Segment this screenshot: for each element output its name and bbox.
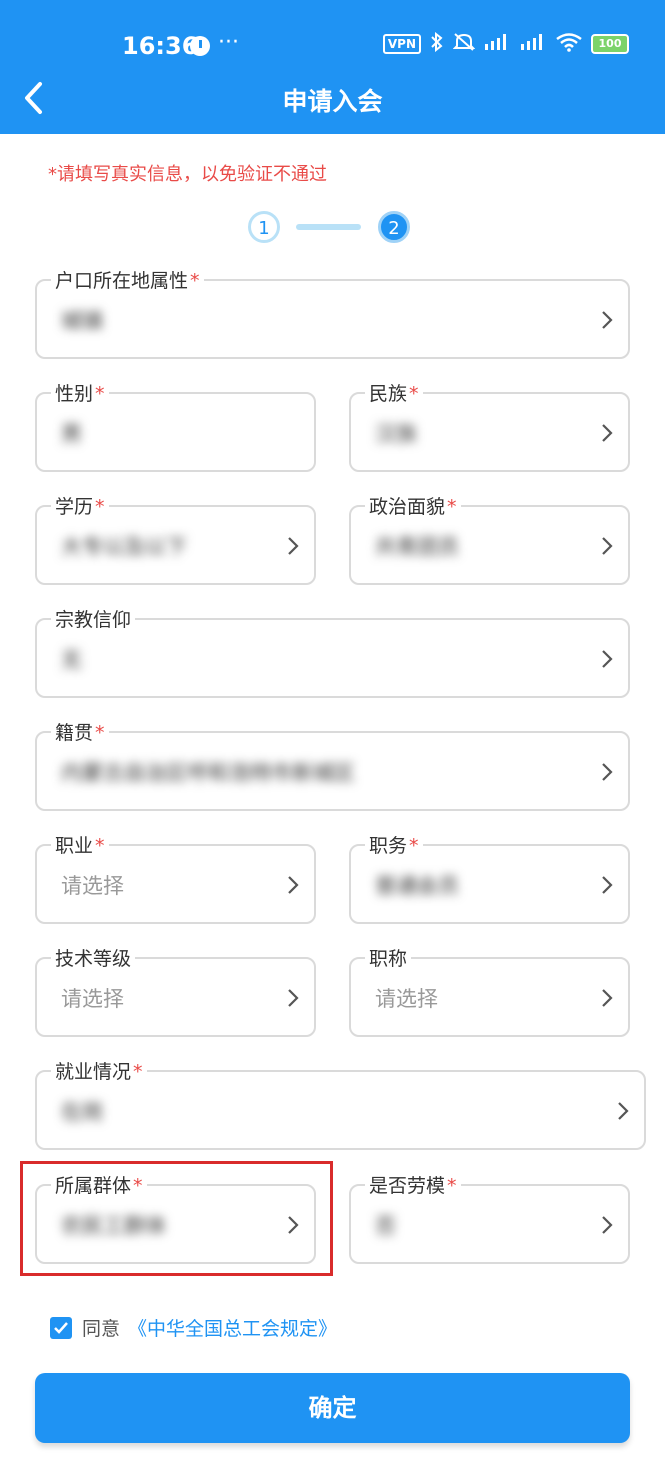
- chevron-right-icon: [288, 876, 299, 894]
- chevron-right-icon: [602, 876, 613, 894]
- field-value: 内蒙古自治区呼和浩特市新城区: [61, 761, 355, 785]
- battery-icon: 100: [591, 34, 629, 54]
- highlight-box: [20, 1161, 333, 1276]
- field-value: 无: [61, 648, 82, 672]
- signal-icon: [483, 32, 511, 56]
- confirm-button[interactable]: 确定: [35, 1373, 630, 1443]
- chevron-right-icon: [602, 537, 613, 555]
- education-field[interactable]: 学历 * 大专以及以下: [35, 492, 316, 585]
- field-label: 是否劳模 *: [365, 1171, 461, 1198]
- field-label: 技术等级: [51, 944, 136, 971]
- mute-icon: [452, 32, 476, 56]
- ethnicity-field[interactable]: 民族 * 汉族: [349, 379, 630, 472]
- field-label: 就业情况 *: [51, 1057, 147, 1084]
- field-label: 宗教信仰: [51, 605, 136, 632]
- check-icon: [54, 1321, 68, 1334]
- model-worker-field[interactable]: 是否劳模 * 否: [349, 1171, 630, 1264]
- agreement-row: 同意 《中华全国总工会规定》: [50, 1314, 337, 1341]
- field-value: 否: [375, 1214, 396, 1238]
- field-label: 职业 *: [51, 831, 109, 858]
- field-value: 城镇: [61, 309, 103, 333]
- hukou-field[interactable]: 户口所在地属性 * 城镇: [35, 266, 630, 359]
- employment-field[interactable]: 就业情况 * 在岗: [35, 1057, 646, 1150]
- field-label: 职称: [365, 944, 412, 971]
- app-header: 16:36 ··· VPN 100 申请入会: [0, 0, 665, 134]
- wifi-icon: [555, 32, 583, 56]
- field-label: 职务 *: [365, 831, 423, 858]
- tech-level-field[interactable]: 技术等级 请选择: [35, 944, 316, 1037]
- agree-label: 同意: [82, 1318, 121, 1340]
- field-label: 学历 *: [51, 492, 109, 519]
- page-title: 申请入会: [282, 87, 383, 116]
- regulation-link[interactable]: 《中华全国总工会规定》: [128, 1314, 337, 1341]
- native-place-field[interactable]: 籍贯 * 内蒙古自治区呼和浩特市新城区: [35, 718, 630, 811]
- chevron-right-icon: [602, 989, 613, 1007]
- field-placeholder: 请选择: [375, 987, 438, 1011]
- field-label: 民族 *: [365, 379, 423, 406]
- status-time: 16:36: [122, 32, 199, 60]
- chevron-right-icon: [602, 424, 613, 442]
- field-value: 汉族: [375, 422, 417, 446]
- field-label: 籍贯 *: [51, 718, 109, 745]
- vpn-icon: VPN: [382, 34, 421, 54]
- notice-text: *请填写真实信息，以免验证不通过: [48, 164, 327, 185]
- field-placeholder: 请选择: [61, 987, 124, 1011]
- field-value: 共青团员: [375, 535, 459, 559]
- chevron-right-icon: [618, 1102, 629, 1120]
- step-2: 2: [378, 211, 410, 243]
- field-value: 大专以及以下: [61, 535, 187, 559]
- field-value: 在岗: [61, 1100, 103, 1124]
- field-value: 男: [61, 422, 82, 446]
- chevron-right-icon: [602, 763, 613, 781]
- religion-field[interactable]: 宗教信仰 无: [35, 605, 630, 698]
- status-more: ···: [218, 30, 239, 55]
- title-field[interactable]: 职称 请选择: [349, 944, 630, 1037]
- step-connector: [296, 224, 361, 230]
- signal-icon-2: [519, 32, 547, 56]
- gender-field[interactable]: 性别 * 男: [35, 379, 316, 472]
- chevron-right-icon: [288, 537, 299, 555]
- field-placeholder: 请选择: [61, 874, 124, 898]
- political-field[interactable]: 政治面貌 * 共青团员: [349, 492, 630, 585]
- agree-checkbox[interactable]: [50, 1316, 72, 1339]
- chevron-right-icon: [602, 650, 613, 668]
- field-label: 政治面貌 *: [365, 492, 461, 519]
- status-icons: VPN 100: [382, 31, 629, 56]
- clock-icon: [190, 36, 210, 56]
- bluetooth-icon: [429, 31, 445, 56]
- chevron-right-icon: [288, 989, 299, 1007]
- field-label: 户口所在地属性 *: [51, 266, 204, 293]
- field-label: 性别 *: [51, 379, 109, 406]
- chevron-right-icon: [602, 1216, 613, 1234]
- step-1: 1: [248, 211, 280, 243]
- position-field[interactable]: 职务 * 普通会员: [349, 831, 630, 924]
- chevron-right-icon: [602, 311, 613, 329]
- occupation-field[interactable]: 职业 * 请选择: [35, 831, 316, 924]
- stepper: 1 2: [248, 211, 418, 243]
- field-value: 普通会员: [375, 874, 459, 898]
